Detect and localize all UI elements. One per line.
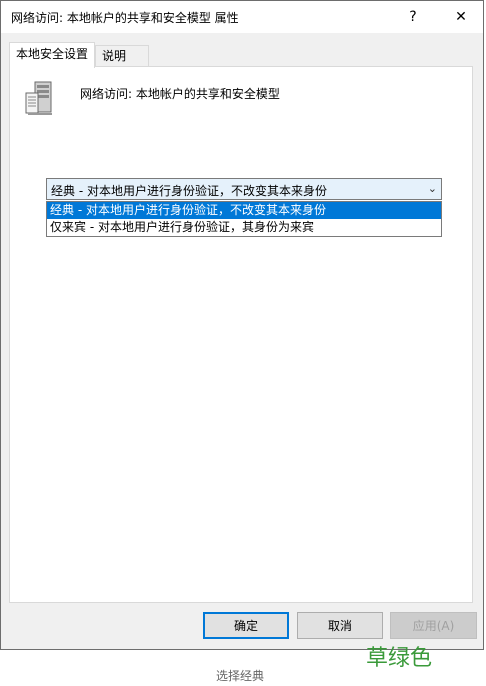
close-button[interactable]: ✕ (441, 1, 481, 33)
server-policy-icon (25, 81, 52, 115)
option-classic[interactable]: 经典 - 对本地用户进行身份验证，不改变其本来身份 (47, 202, 441, 219)
cancel-button[interactable]: 取消 (297, 612, 383, 639)
tab-local-security-setting[interactable]: 本地安全设置 (9, 42, 95, 68)
select-value: 经典 - 对本地用户进行身份验证，不改变其本来身份 (51, 184, 327, 198)
tab-explain[interactable]: 说明 (95, 45, 149, 67)
caption-text: 选择经典 (216, 669, 265, 683)
option-guest-only[interactable]: 仅来宾 - 对本地用户进行身份验证，其身份为来宾 (47, 219, 441, 236)
ok-button[interactable]: 确定 (203, 612, 289, 639)
help-button[interactable]: ? (393, 1, 433, 33)
watermark-text: 草绿色 (366, 646, 433, 671)
properties-dialog: 网络访问: 本地帐户的共享和安全模型 属性 ? ✕ 本地安全设置 说明 网络访问… (0, 0, 484, 650)
title-bar: 网络访问: 本地帐户的共享和安全模型 属性 ? ✕ (1, 1, 483, 33)
tab-panel: 网络访问: 本地帐户的共享和安全模型 经典 - 对本地用户进行身份验证，不改变其… (9, 66, 473, 603)
window-title: 网络访问: 本地帐户的共享和安全模型 属性 (11, 11, 239, 25)
policy-title: 网络访问: 本地帐户的共享和安全模型 (80, 87, 280, 101)
security-model-select[interactable]: 经典 - 对本地用户进行身份验证，不改变其本来身份 ⌄ (46, 178, 442, 200)
apply-button[interactable]: 应用(A) (390, 612, 477, 639)
help-icon: ? (409, 9, 417, 25)
dropdown-list: 经典 - 对本地用户进行身份验证，不改变其本来身份 仅来宾 - 对本地用户进行身… (46, 201, 442, 237)
chevron-down-icon[interactable]: ⌄ (428, 182, 437, 195)
close-icon: ✕ (455, 9, 467, 25)
